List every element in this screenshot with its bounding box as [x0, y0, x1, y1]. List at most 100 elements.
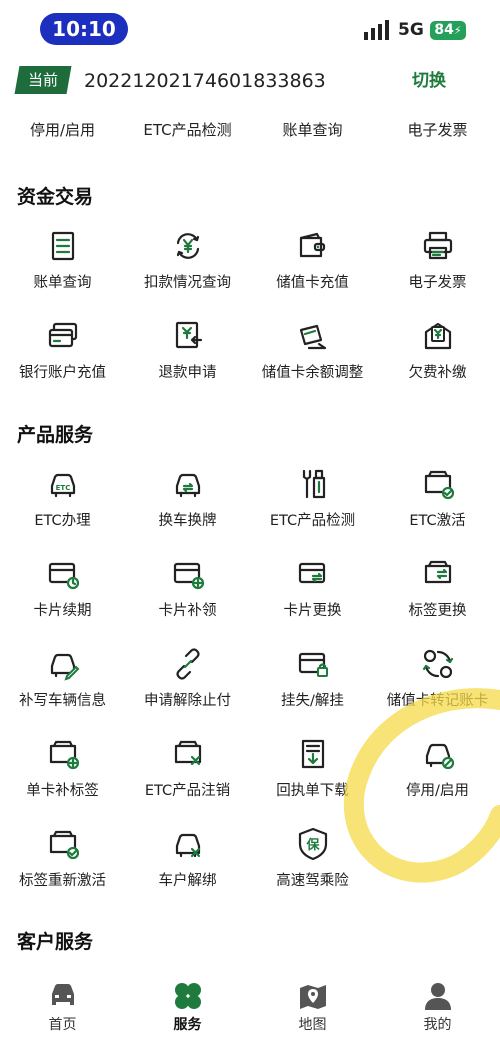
service-item[interactable]: 卡片更换	[250, 550, 375, 640]
wallet-icon	[295, 228, 331, 264]
service-item[interactable]: 电子发票	[375, 222, 500, 312]
section-title-funds: 资金交易	[17, 186, 94, 208]
card-plus-icon	[170, 556, 206, 592]
service-item[interactable]: 银行账户充值	[0, 312, 125, 402]
nav-map[interactable]: 地图	[250, 972, 375, 1057]
battery-level: 84	[434, 22, 454, 38]
clover-icon	[175, 983, 201, 1009]
service-item[interactable]: 账单查询	[0, 222, 125, 312]
nav-services[interactable]: 服务	[125, 972, 250, 1057]
card-adjust-icon	[295, 318, 331, 354]
tag-swap-icon	[420, 556, 456, 592]
quick-action[interactable]: ETC产品检测	[125, 114, 250, 146]
service-item[interactable]: 储值卡余额调整	[250, 312, 375, 402]
account-number: 20221202174601833863	[84, 70, 326, 92]
card-clock-icon	[45, 556, 81, 592]
service-item[interactable]: ETC产品检测	[250, 460, 375, 550]
quick-actions: 停用/启用 ETC产品检测 账单查询 电子发票	[0, 114, 500, 146]
service-item[interactable]: 保高速驾乘险	[250, 820, 375, 910]
map-icon	[300, 985, 326, 1009]
printer-icon	[420, 228, 456, 264]
quick-action[interactable]: 电子发票	[375, 114, 500, 146]
service-item[interactable]: 车户解绑	[125, 820, 250, 910]
service-item-label: 银行账户充值	[19, 365, 106, 381]
refund-icon	[170, 318, 206, 354]
nav-profile-label: 我的	[423, 1017, 452, 1033]
service-item-label: 标签更换	[408, 603, 467, 619]
profile-icon	[425, 983, 451, 1010]
car-edit-icon	[45, 646, 81, 682]
service-item[interactable]: 储值卡充值	[250, 222, 375, 312]
switch-account-button[interactable]: 切换	[412, 67, 446, 95]
service-item[interactable]: 标签更换	[375, 550, 500, 640]
tools-icon	[295, 466, 331, 502]
service-item[interactable]: 挂失/解挂	[250, 640, 375, 730]
service-item-label: 挂失/解挂	[281, 693, 344, 709]
nav-services-label: 服务	[173, 1017, 202, 1033]
service-item[interactable]: 补写车辆信息	[0, 640, 125, 730]
service-item-label: 储值卡充值	[276, 275, 349, 291]
service-item-label: 卡片续期	[33, 603, 92, 619]
svg-text:保: 保	[305, 837, 320, 853]
bottom-nav: 首页 服务 地图 我的	[0, 972, 500, 1057]
service-item-label: 标签重新激活	[19, 873, 106, 889]
service-item[interactable]: 卡片补领	[125, 550, 250, 640]
service-item-label: 高速驾乘险	[276, 873, 349, 889]
service-item-label: 电子发票	[408, 275, 467, 291]
nav-home[interactable]: 首页	[0, 972, 125, 1057]
service-item[interactable]: 储值卡转记账卡	[375, 640, 500, 730]
service-item-label: 退款申请	[158, 365, 217, 381]
device-plus-icon	[45, 736, 81, 772]
service-item[interactable]: ETC ETC办理	[0, 460, 125, 550]
status-time: 10:10	[40, 13, 128, 45]
card-swap-icon	[295, 556, 331, 592]
card-lock-icon	[295, 646, 331, 682]
status-bar: 10:10 5G 84⚡	[0, 0, 500, 60]
service-item[interactable]: 欠费补缴	[375, 312, 500, 402]
service-item[interactable]: ETC激活	[375, 460, 500, 550]
svg-text:ETC: ETC	[56, 484, 71, 492]
card-convert-icon	[420, 646, 456, 682]
service-item[interactable]: 退款申请	[125, 312, 250, 402]
service-item-label: ETC产品注销	[144, 783, 231, 799]
service-item[interactable]: 停用/启用	[375, 730, 500, 820]
account-row: 当前 20221202174601833863 切换	[0, 62, 500, 100]
quick-action[interactable]: 账单查询	[250, 114, 375, 146]
service-item-label: ETC办理	[34, 513, 91, 529]
car-home-icon	[52, 984, 74, 1005]
service-item-label: 扣款情况查询	[144, 275, 231, 291]
service-item-label: 补写车辆信息	[19, 693, 106, 709]
unlink-icon	[170, 646, 206, 682]
car-unbind-icon	[170, 826, 206, 862]
bill-icon	[45, 228, 81, 264]
arrears-icon	[420, 318, 456, 354]
service-item-label: 储值卡转记账卡	[386, 693, 489, 709]
car-swap-icon	[170, 466, 206, 502]
insurance-shield-icon: 保	[295, 826, 331, 862]
service-item[interactable]: 卡片续期	[0, 550, 125, 640]
service-item-label: 卡片更换	[283, 603, 342, 619]
receipt-download-icon	[295, 736, 331, 772]
service-item-label: 换车换牌	[158, 513, 217, 529]
service-item[interactable]: ETC产品注销	[125, 730, 250, 820]
service-item[interactable]: 申请解除止付	[125, 640, 250, 730]
service-item-label: 车户解绑	[158, 873, 217, 889]
service-item[interactable]: 换车换牌	[125, 460, 250, 550]
nav-home-label: 首页	[48, 1017, 77, 1033]
current-tag: 当前	[14, 66, 72, 94]
car-disable-icon	[420, 736, 456, 772]
service-item[interactable]: 回执单下载	[250, 730, 375, 820]
service-item[interactable]: 扣款情况查询	[125, 222, 250, 312]
quick-action[interactable]: 停用/启用	[0, 114, 125, 146]
signal-icon	[364, 20, 389, 40]
service-item-label: 储值卡余额调整	[261, 365, 364, 381]
service-item-label: 回执单下载	[276, 783, 349, 799]
service-item[interactable]: 单卡补标签	[0, 730, 125, 820]
battery-icon: 84⚡	[430, 21, 466, 40]
products-grid: ETC ETC办理 换车换牌 ETC产品检测 ETC激活卡片续期 卡片补领 卡片更换 标签更换…	[0, 460, 500, 910]
nav-profile[interactable]: 我的	[375, 972, 500, 1057]
device-cancel-icon	[170, 736, 206, 772]
bank-card-icon	[45, 318, 81, 354]
service-item[interactable]: 标签重新激活	[0, 820, 125, 910]
section-title-products: 产品服务	[17, 424, 94, 446]
